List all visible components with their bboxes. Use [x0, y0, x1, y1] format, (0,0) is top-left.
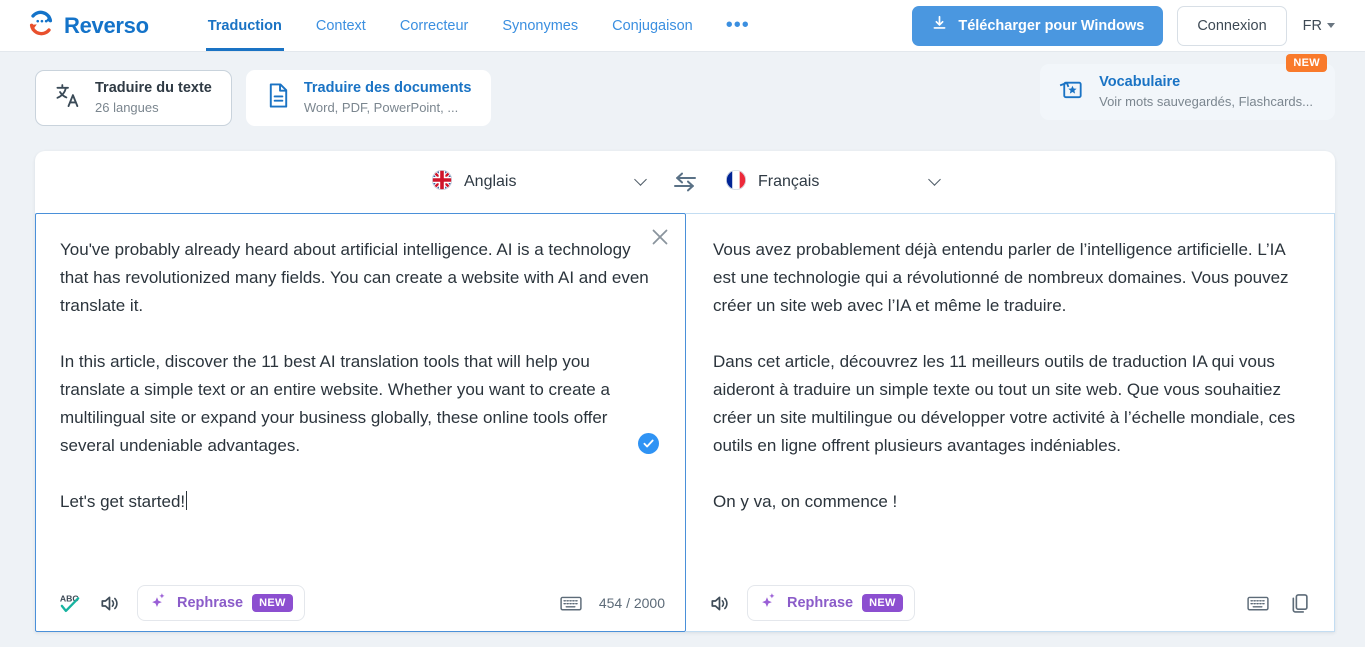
source-rephrase-button[interactable]: Rephrase NEW: [137, 585, 305, 621]
vocabulary-title: Vocabulaire: [1099, 74, 1181, 91]
target-text: Vous avez probablement déjà entendu parl…: [713, 240, 1296, 511]
target-text-area[interactable]: Vous avez probablement déjà entendu parl…: [686, 214, 1334, 575]
ui-language-label: FR: [1302, 17, 1322, 34]
mode-text-title: Traduire du texte: [95, 80, 212, 97]
uk-flag-icon: [431, 169, 453, 196]
source-text-value: You've probably already heard about arti…: [60, 240, 649, 511]
source-toolbar: ABC Rephrase NEW 454 / 2000: [36, 575, 685, 631]
mode-card-translate-documents[interactable]: Traduire des documents Word, PDF, PowerP…: [245, 70, 492, 126]
target-language-selector[interactable]: Français: [725, 169, 941, 196]
flashcards-star-icon: [1057, 77, 1086, 108]
source-language-label: Anglais: [464, 173, 517, 190]
mode-text-subtitle: 26 langues: [95, 99, 159, 115]
vocabulary-new-badge: NEW: [1286, 54, 1327, 72]
abc-spellcheck-icon[interactable]: ABC: [54, 587, 87, 620]
character-counter: 454 / 2000: [598, 595, 665, 611]
target-rephrase-button[interactable]: Rephrase NEW: [747, 585, 915, 621]
download-button-label: Télécharger pour Windows: [958, 17, 1145, 34]
document-icon: [266, 82, 291, 114]
nav-item-context[interactable]: Context: [299, 0, 383, 51]
source-text[interactable]: You've probably already heard about arti…: [60, 236, 659, 516]
speaker-icon[interactable]: [704, 588, 735, 619]
nav-item-correcteur[interactable]: Correcteur: [383, 0, 486, 51]
target-toolbar: Rephrase NEW: [686, 575, 1334, 631]
main-nav: Traduction Context Correcteur Synonymes …: [191, 0, 766, 51]
download-windows-button[interactable]: Télécharger pour Windows: [912, 5, 1164, 46]
source-pane: You've probably already heard about arti…: [35, 213, 686, 632]
france-flag-icon: [725, 169, 747, 196]
source-text-area[interactable]: You've probably already heard about arti…: [36, 214, 685, 575]
login-button[interactable]: Connexion: [1177, 5, 1287, 46]
text-cursor: [186, 491, 188, 510]
target-rephrase-new-badge: NEW: [862, 594, 903, 612]
translator-card: Anglais Français You've probably already…: [35, 151, 1335, 632]
swap-languages-button[interactable]: [672, 171, 698, 193]
source-rephrase-label: Rephrase: [177, 595, 244, 611]
top-header: Reverso Traduction Context Correcteur Sy…: [0, 0, 1365, 52]
source-rephrase-new-badge: NEW: [252, 594, 293, 612]
check-circle-icon: [638, 433, 659, 454]
copy-icon[interactable]: [1286, 589, 1314, 618]
vocabulary-card[interactable]: Vocabulaire Voir mots sauvegardés, Flash…: [1040, 64, 1335, 120]
chevron-down-icon: [634, 173, 647, 186]
sparkle-icon: [149, 591, 168, 615]
mode-card-translate-text[interactable]: Traduire du texte 26 langues: [35, 70, 232, 126]
language-bar: Anglais Français: [35, 151, 1335, 213]
mode-cards-row: Traduire du texte 26 langues Traduire de…: [0, 52, 1365, 140]
keyboard-icon[interactable]: [556, 591, 586, 616]
reverso-logo[interactable]: Reverso: [26, 8, 149, 43]
nav-item-traduction[interactable]: Traduction: [191, 0, 299, 51]
source-toolbar-right: 454 / 2000: [556, 591, 665, 616]
nav-item-synonymes[interactable]: Synonymes: [485, 0, 595, 51]
target-toolbar-right: [1243, 589, 1314, 618]
translation-panes: You've probably already heard about arti…: [35, 213, 1335, 632]
chevron-down-icon: [1327, 23, 1335, 28]
mode-documents-subtitle: Word, PDF, PowerPoint, ...: [303, 99, 459, 115]
vocabulary-subtitle: Voir mots sauvegardés, Flashcards...: [1099, 93, 1313, 109]
nav-more-icon[interactable]: •••: [710, 0, 766, 51]
translate-text-icon: [55, 82, 82, 114]
mode-documents-title: Traduire des documents: [303, 80, 472, 97]
download-icon: [931, 15, 948, 36]
keyboard-icon[interactable]: [1243, 591, 1273, 616]
speaker-icon[interactable]: [94, 588, 125, 619]
header-actions: Télécharger pour Windows Connexion FR: [912, 5, 1337, 46]
chevron-down-icon: [928, 173, 941, 186]
ui-language-selector[interactable]: FR: [1301, 18, 1337, 34]
sparkle-icon: [759, 591, 778, 615]
nav-item-conjugaison[interactable]: Conjugaison: [595, 0, 710, 51]
close-icon[interactable]: [649, 226, 671, 248]
target-language-label: Français: [758, 173, 820, 190]
target-pane: Vous avez probablement déjà entendu parl…: [686, 213, 1335, 632]
reverso-circular-arrows-icon: [26, 8, 56, 43]
swap-arrows-icon: [674, 172, 696, 192]
vocabulary-card-wrapper: NEW Vocabulaire Voir mots sauvegardés, F…: [1040, 54, 1335, 120]
target-rephrase-label: Rephrase: [787, 595, 854, 611]
source-language-selector[interactable]: Anglais: [431, 169, 647, 196]
logo-text: Reverso: [64, 12, 149, 38]
